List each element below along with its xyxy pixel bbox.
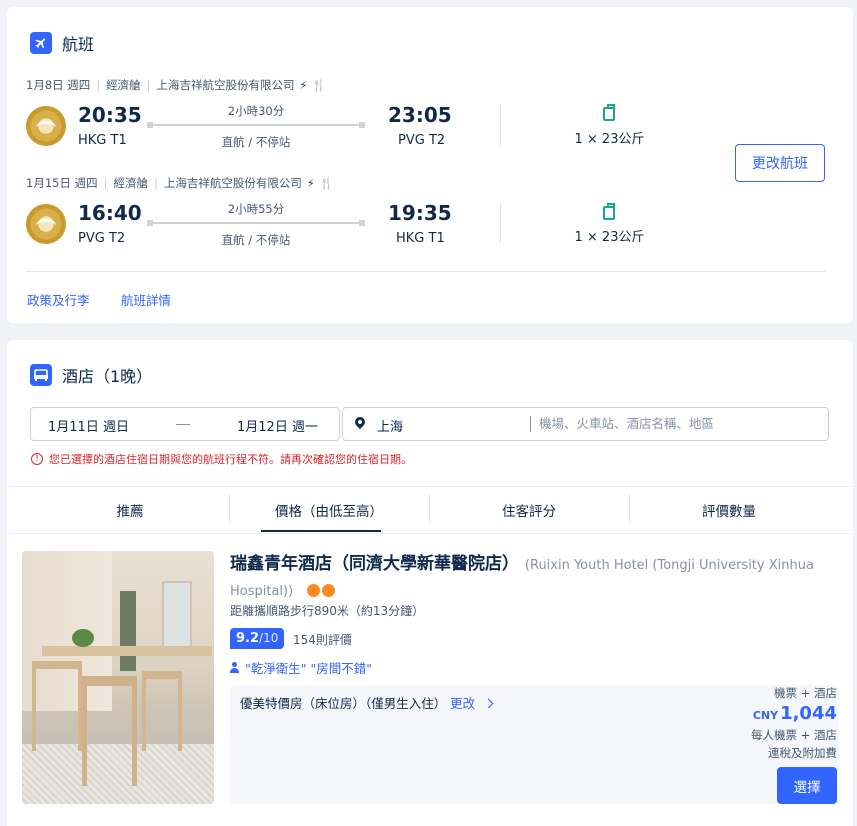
hotel-name[interactable]: 瑞鑫青年酒店（同濟大學新華醫院店） (Ruixin Youth Hotel (T…: [230, 552, 830, 604]
segment-2-airline: 上海吉祥航空股份有限公司: [163, 176, 302, 190]
price-currency: CNY: [752, 709, 779, 722]
segment-1-route-line: [147, 122, 365, 128]
segment-1-baggage: 1 × 23公斤: [574, 132, 645, 147]
airline-logo: [26, 106, 66, 146]
room-name: 優美特價房（床位房）（僅男生入住）: [240, 696, 447, 711]
price-note-per-person: 每人機票 + 酒店: [751, 728, 837, 742]
flight-card: 航班 1月8日 週四 | 經濟艙 | 上海吉祥航空股份有限公司 ⚡ 🍴 20:3…: [7, 7, 853, 323]
segment-2-stops: 直航 / 不停站: [221, 233, 291, 247]
segment-1-duration: 2小時30分: [227, 104, 285, 118]
score-max: /10: [259, 631, 279, 645]
segment-2-baggage: 1 × 23公斤: [574, 230, 645, 245]
date-range-picker[interactable]: 1月11日 週日 1月12日 週一: [30, 407, 340, 441]
hotel-distance: 距離攜順路步行890米（約13分鐘）: [230, 604, 425, 618]
divider: [500, 105, 501, 145]
airline-logo: [26, 204, 66, 244]
segment-2-date: 1月15日 週四: [26, 176, 98, 190]
checkin-date[interactable]: 1月11日 週日: [48, 416, 129, 435]
rating-dot-icon: [307, 583, 321, 597]
warning-text: 您已選擇的酒店住宿日期與您的航班行程不符。請再次確認您的住宿日期。: [49, 453, 412, 466]
segment-1-depart-port: HKG T1: [78, 133, 127, 148]
flight-details-link[interactable]: 航班詳情: [121, 290, 171, 309]
segment-1-cabin: 經濟艙: [106, 78, 141, 92]
tab-price-low-high[interactable]: 價格（由低至高）: [229, 500, 429, 520]
price-amount: 1,044: [780, 703, 837, 724]
bed-icon: [30, 364, 52, 386]
segment-1-arrive-port: PVG T2: [398, 133, 446, 148]
tab-review-count[interactable]: 評價數量: [629, 500, 829, 520]
baggage-icon: [603, 203, 615, 220]
divider: [530, 416, 531, 432]
flight-section-header: 航班: [30, 31, 94, 55]
tab-guest-rating[interactable]: 住客評分: [429, 500, 629, 520]
guest-highlights: "乾淨衛生" "房間不錯": [230, 658, 372, 677]
segment-1-meta: 1月8日 週四 | 經濟艙 | 上海吉祥航空股份有限公司 ⚡ 🍴: [26, 78, 326, 92]
meal-icon: 🍴: [319, 176, 334, 190]
date-separator: [176, 424, 190, 425]
power-icon: ⚡: [299, 78, 308, 92]
hotel-section-header: 酒店（1晚）: [30, 363, 152, 387]
divider: [26, 271, 826, 272]
segment-2-arrive-port: HKG T1: [396, 231, 445, 246]
destination-search[interactable]: 上海: [342, 407, 829, 441]
policy-baggage-link[interactable]: 政策及行李: [27, 290, 90, 309]
segment-1-date: 1月8日 週四: [26, 78, 91, 92]
segment-2-depart-port: PVG T2: [78, 231, 126, 246]
hotel-card: 酒店（1晚） 1月11日 週日 1月12日 週一 上海 ! 您已選擇的酒店住宿日…: [7, 340, 853, 826]
hotel-name-zh[interactable]: 瑞鑫青年酒店（同濟大學新華醫院店）: [230, 554, 519, 574]
divider: [500, 203, 501, 243]
hotel-rating-icons: [307, 583, 337, 597]
room-offer: 優美特價房（床位房）（僅男生入住） 更改 機票 + 酒店 CNY 1,044 每人…: [230, 685, 839, 804]
segment-2-cabin: 經濟艙: [113, 176, 148, 190]
alert-icon: !: [31, 453, 43, 465]
score-value: 9.2: [236, 631, 260, 646]
select-button[interactable]: 選擇: [777, 767, 837, 804]
highlights-text: "乾淨衛生" "房間不錯": [245, 661, 372, 676]
segment-2-meta: 1月15日 週四 | 經濟艙 | 上海吉祥航空股份有限公司 ⚡ 🍴: [26, 176, 334, 190]
review-count: 154則評價: [293, 633, 352, 647]
hotel-photo[interactable]: [22, 551, 214, 804]
hotel-section-title: 酒店（1晚）: [62, 367, 153, 386]
segment-1-stops: 直航 / 不停站: [221, 135, 291, 149]
segment-2-depart-time: 16:40: [78, 201, 142, 225]
price-note-taxes: 連稅及附加費: [768, 746, 837, 760]
date-warning: ! 您已選擇的酒店住宿日期與您的航班行程不符。請再次確認您的住宿日期。: [31, 451, 412, 467]
segment-1-arrive-time: 23:05: [388, 103, 452, 127]
segment-2-duration: 2小時55分: [227, 202, 285, 216]
active-tab-indicator: [261, 530, 381, 532]
chevron-right-icon: [483, 698, 494, 709]
baggage-icon: [603, 104, 615, 121]
price-type-label: 機票 + 酒店: [774, 686, 837, 700]
score-badge: 9.2/10: [230, 628, 285, 649]
power-icon: ⚡: [306, 176, 315, 190]
tab-recommended[interactable]: 推薦: [7, 500, 253, 520]
segment-2-route-line: [147, 220, 365, 226]
person-icon: [230, 662, 239, 673]
change-room-link[interactable]: 更改: [450, 693, 494, 712]
meal-icon: 🍴: [312, 78, 326, 92]
change-flight-button[interactable]: 更改航班: [735, 144, 825, 182]
segment-1-depart-time: 20:35: [78, 103, 142, 127]
segment-2-arrive-time: 19:35: [388, 201, 452, 225]
airplane-icon: [30, 32, 52, 54]
search-input[interactable]: [539, 416, 819, 431]
checkout-date[interactable]: 1月12日 週一: [237, 416, 318, 435]
flight-section-title: 航班: [62, 35, 95, 54]
change-room-label[interactable]: 更改: [450, 696, 475, 711]
segment-1-airline: 上海吉祥航空股份有限公司: [156, 78, 295, 92]
location-pin-icon: [352, 414, 368, 430]
rating-dot-icon: [322, 583, 336, 597]
package-price: CNY 1,044: [753, 703, 837, 724]
destination-value: 上海: [377, 420, 404, 435]
